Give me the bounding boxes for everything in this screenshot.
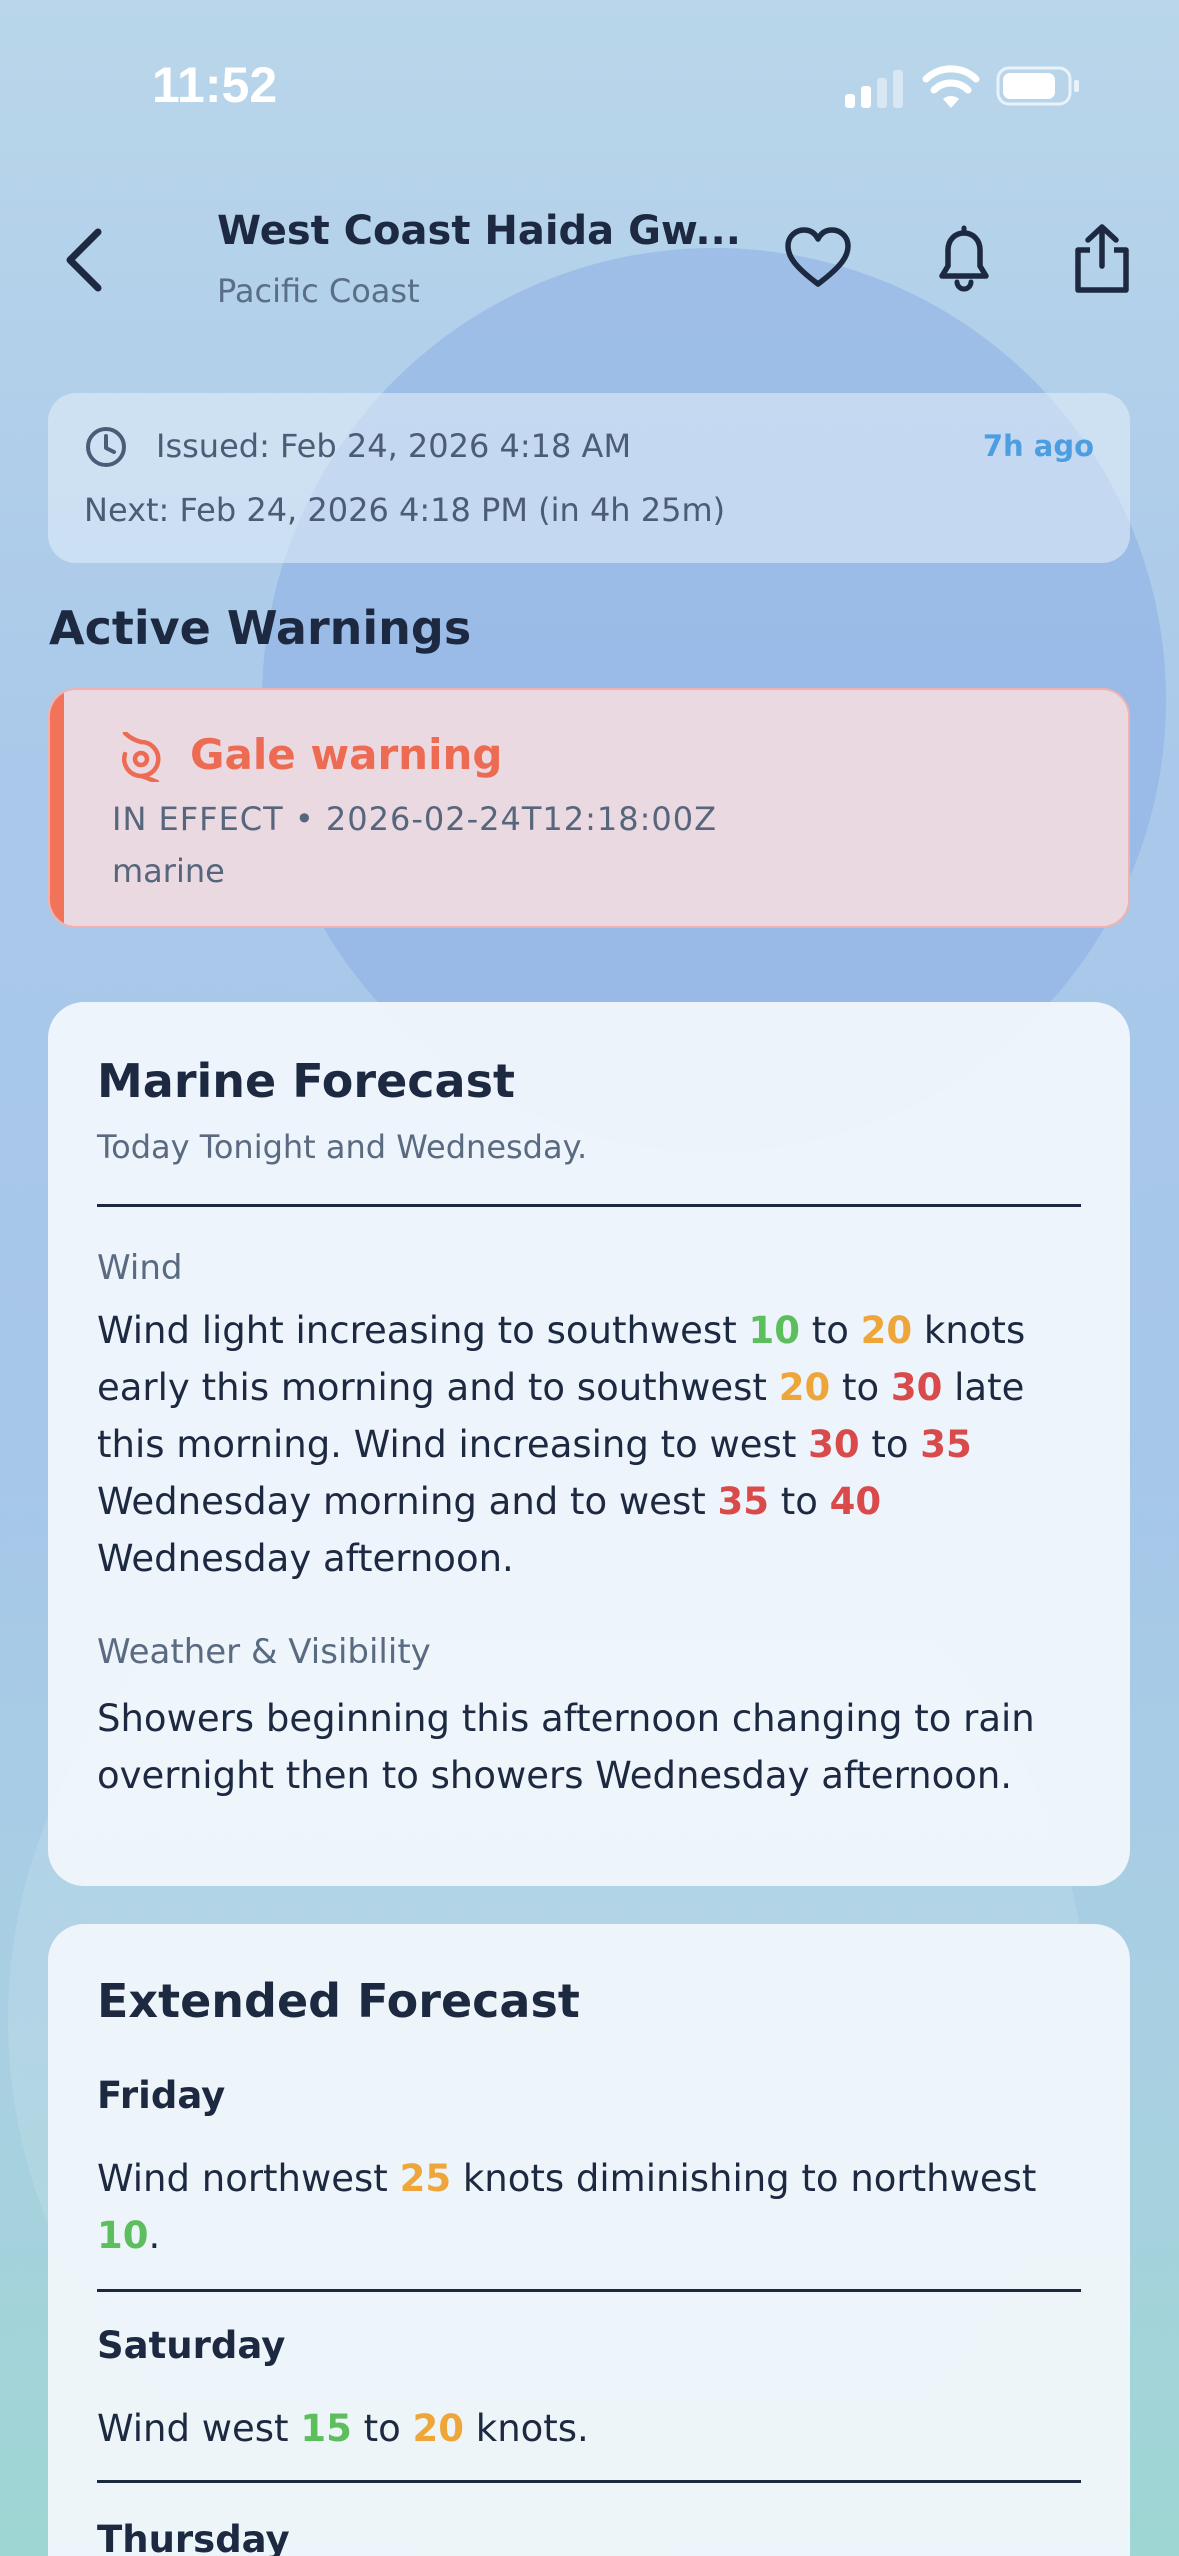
forecast-day-text: Wind west 15 to 20 knots. [97, 2407, 589, 2450]
clock-icon [86, 427, 126, 467]
hurricane-icon [122, 732, 161, 782]
battery-icon [996, 66, 1079, 106]
warning-title: Gale warning [190, 730, 503, 779]
forecast-day: Saturday [97, 2324, 286, 2367]
divider [97, 2480, 1081, 2483]
issued-time: Issued: Feb 24, 2026 4:18 AM [156, 427, 632, 465]
marine-forecast-card: Marine Forecast Today Tonight and Wednes… [48, 1002, 1130, 1886]
wind-forecast-text: Wind light increasing to southwest 10 to… [97, 1309, 1026, 1580]
page-subtitle: Pacific Coast [217, 272, 420, 310]
favorite-heart-icon[interactable] [782, 222, 854, 294]
wind-label: Wind [97, 1248, 183, 1288]
bell-icon[interactable] [928, 222, 1000, 294]
page-title: West Coast Haida Gw... [217, 208, 741, 254]
forecast-day: Thursday [97, 2518, 290, 2556]
next-issue-time: Next: Feb 24, 2026 4:18 PM (in 4h 25m) [84, 491, 726, 529]
warning-type: marine [112, 852, 225, 890]
extended-forecast-card: Extended Forecast Friday Wind northwest … [48, 1924, 1130, 2556]
active-warnings-heading: Active Warnings [49, 601, 472, 655]
forecast-day-text: Wind northwest 25 knots diminishing to n… [97, 2157, 1037, 2257]
weather-visibility-text: Showers beginning this afternoon changin… [97, 1697, 1035, 1797]
wifi-icon [922, 65, 980, 108]
back-button[interactable] [56, 224, 112, 296]
issued-info-card: Issued: Feb 24, 2026 4:18 AM 7h ago Next… [48, 393, 1130, 563]
divider [97, 1204, 1081, 1207]
forecast-day: Friday [97, 2074, 226, 2117]
extended-forecast-title: Extended Forecast [97, 1974, 580, 2028]
weather-visibility-label: Weather & Visibility [97, 1632, 431, 1672]
divider [97, 2289, 1081, 2292]
screen: 11:52 West Coast Haida Gw... Pacific Coa… [0, 0, 1179, 2556]
marine-forecast-period: Today Tonight and Wednesday. [97, 1128, 588, 1166]
cellular-signal-icon [845, 70, 903, 108]
warning-status: IN EFFECT • 2026-02-24T12:18:00Z [112, 800, 718, 838]
share-icon[interactable] [1070, 222, 1134, 294]
warning-card-gale[interactable]: Gale warning IN EFFECT • 2026-02-24T12:1… [48, 688, 1130, 928]
status-time: 11:52 [152, 57, 278, 113]
issued-ago-badge: 7h ago [982, 429, 1094, 463]
marine-forecast-title: Marine Forecast [97, 1054, 515, 1108]
warning-accent-stripe [50, 690, 64, 926]
